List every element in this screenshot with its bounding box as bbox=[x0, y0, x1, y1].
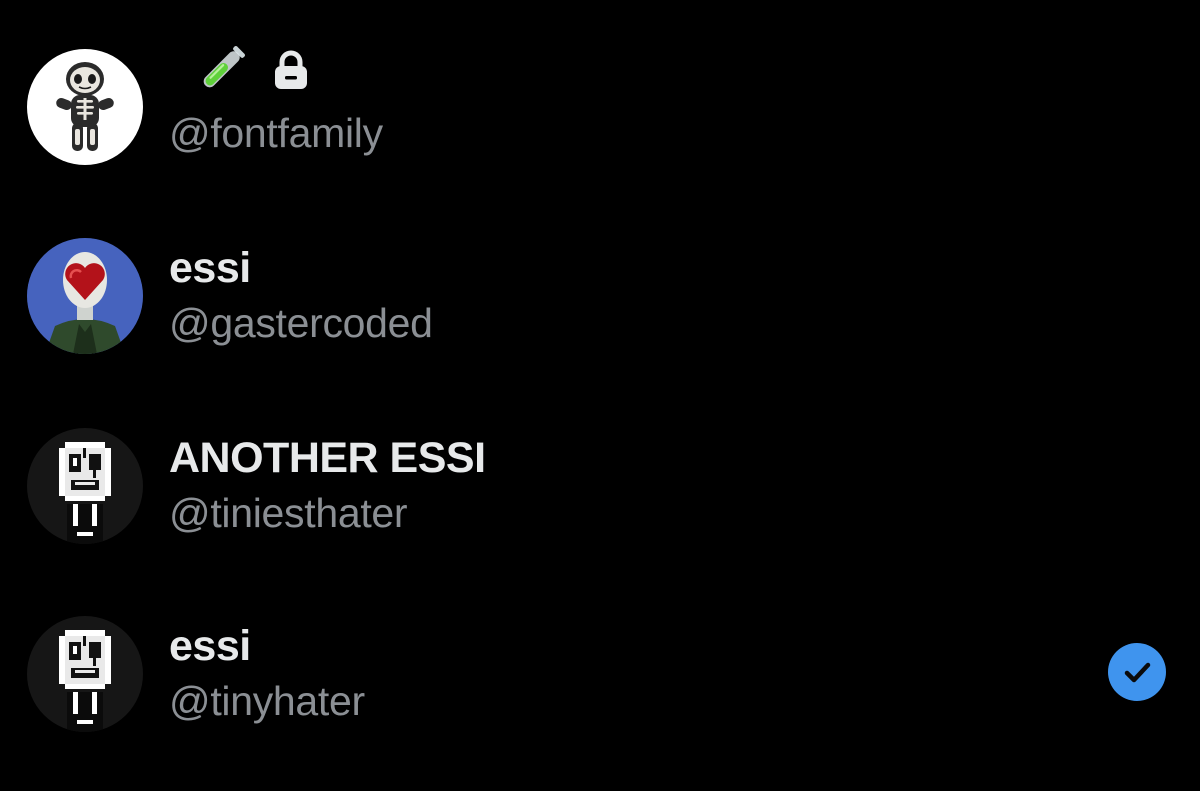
account-handle: @tinyhater bbox=[169, 678, 365, 724]
account-row-tinyhater[interactable]: essi @tinyhater bbox=[0, 596, 1200, 746]
display-name-line bbox=[169, 44, 309, 96]
display-name-line: essi bbox=[169, 242, 251, 294]
lock-icon bbox=[273, 50, 309, 90]
display-name-line: essi bbox=[169, 620, 251, 672]
account-handle: @tiniesthater bbox=[169, 490, 408, 536]
display-name: essi bbox=[169, 621, 251, 670]
display-name: ANOTHER ESSI bbox=[169, 433, 486, 482]
avatar bbox=[27, 49, 143, 165]
avatar bbox=[27, 616, 143, 732]
checkmark-icon bbox=[1124, 662, 1151, 683]
account-row-tiniesthater[interactable]: ANOTHER ESSI @tiniesthater bbox=[0, 408, 1200, 558]
gaster-face-avatar bbox=[27, 428, 143, 544]
account-handle: @fontfamily bbox=[169, 110, 383, 156]
selected-account-badge bbox=[1108, 643, 1166, 701]
account-row-gastercoded[interactable]: essi @gastercoded bbox=[0, 218, 1200, 368]
avatar bbox=[27, 238, 143, 354]
display-name: essi bbox=[169, 243, 251, 292]
display-name-line: ANOTHER ESSI bbox=[169, 432, 486, 484]
avatar bbox=[27, 428, 143, 544]
account-row-fontfamily[interactable]: @fontfamily bbox=[0, 28, 1200, 178]
account-handle: @gastercoded bbox=[169, 300, 433, 346]
gaster-face-avatar bbox=[27, 616, 143, 732]
test-tube-emoji-icon bbox=[191, 40, 251, 100]
heart-mask-character-avatar bbox=[27, 238, 143, 354]
account-switcher-list: @fontfamily essi @gastercoded ANOTHER ES… bbox=[0, 0, 1200, 791]
skeleton-plush-avatar bbox=[27, 49, 143, 165]
